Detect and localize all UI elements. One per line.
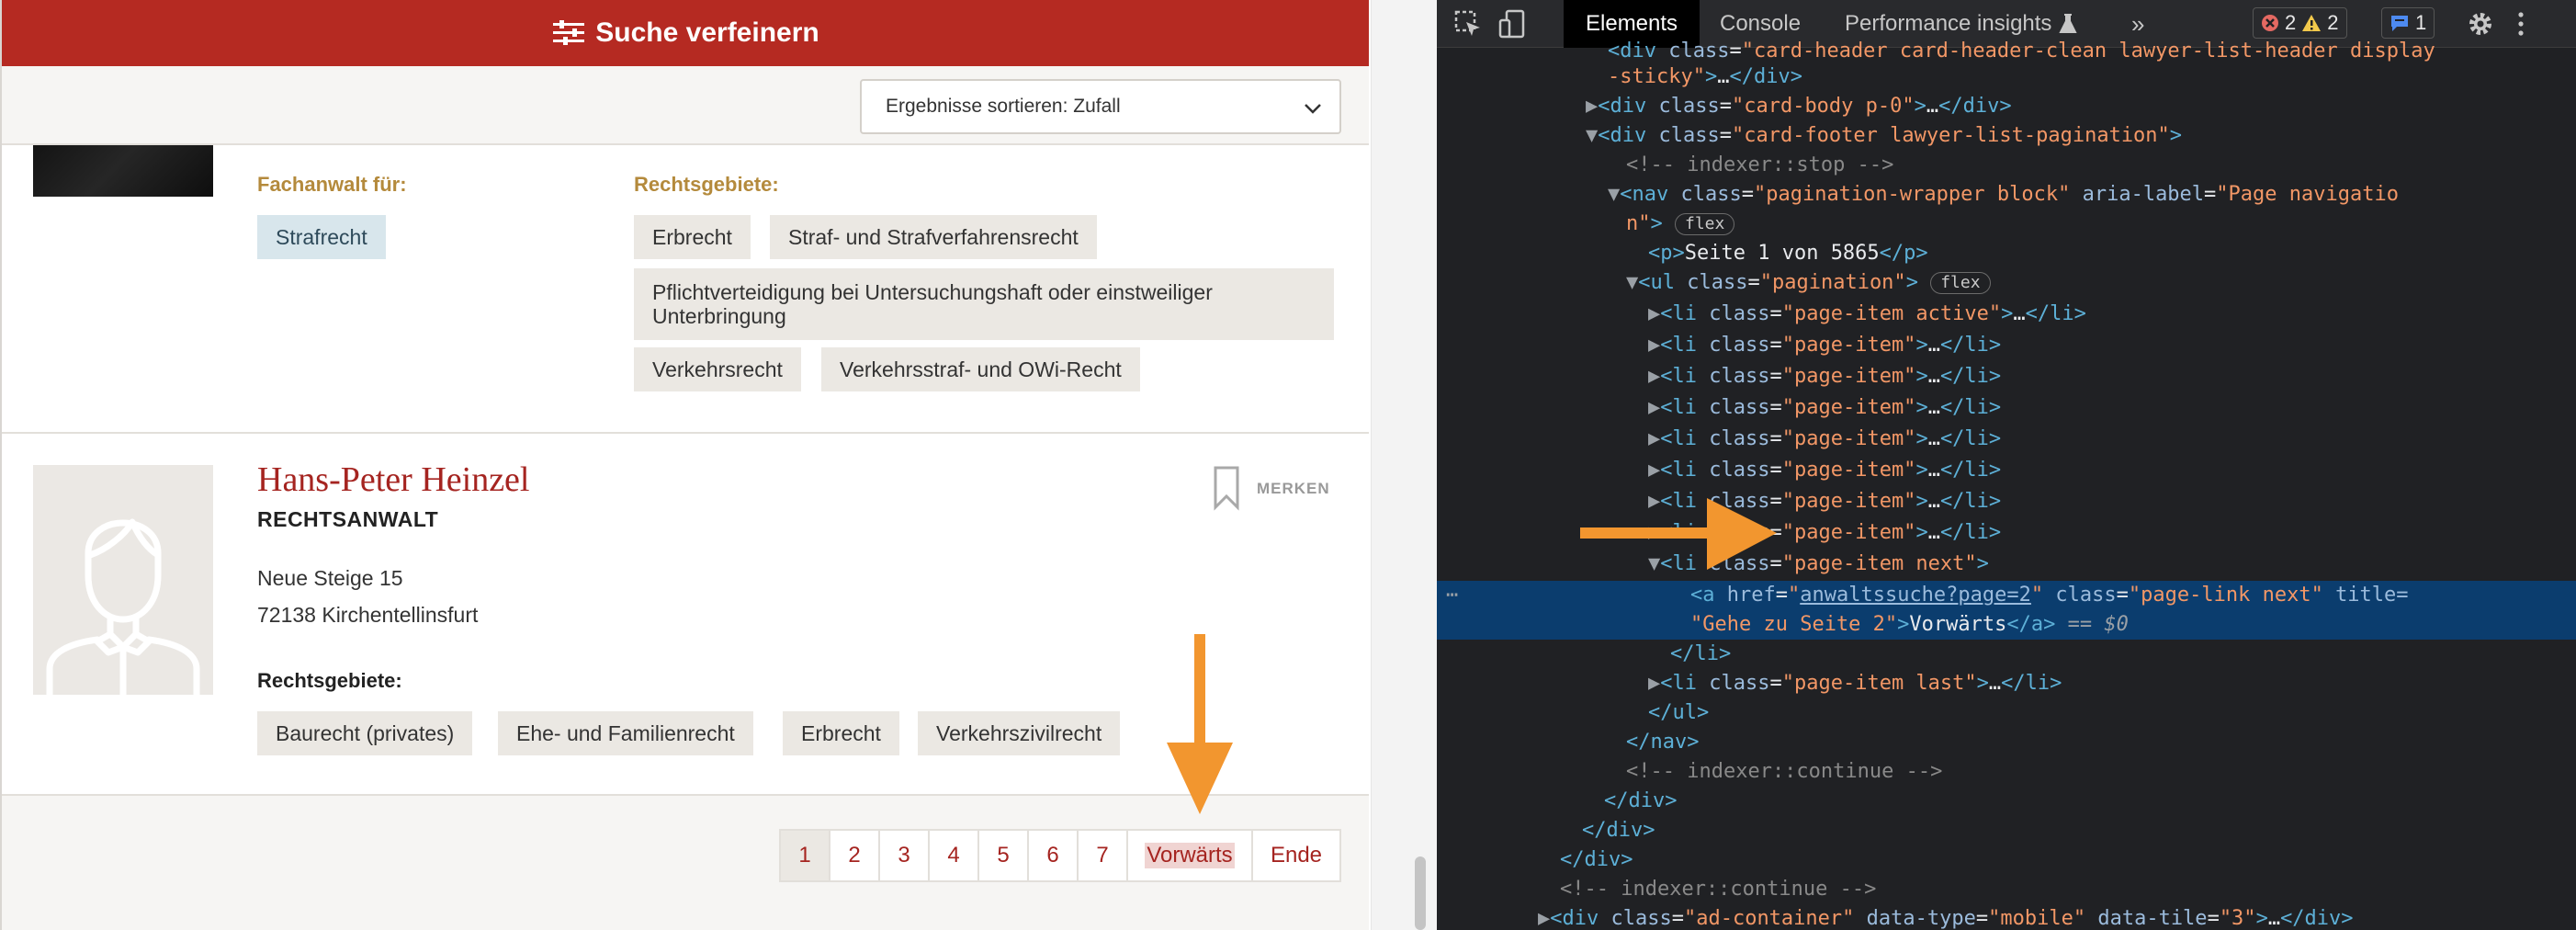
selected-dom-node[interactable]: ⋯ <a href="anwaltssuche?page=2" class="p…: [1437, 581, 2576, 640]
message-count: 1: [2415, 11, 2427, 34]
lawyer-photo[interactable]: [33, 145, 213, 197]
page-link-7[interactable]: 7: [1079, 831, 1128, 880]
panel-gap: [1398, 0, 1437, 930]
rechtsgebiete-label-2: Rechtsgebiete:: [257, 669, 402, 692]
tag-baurecht[interactable]: Baurecht (privates): [257, 711, 473, 755]
warning-icon: [2302, 15, 2322, 31]
bookmark-label: MERKEN: [1257, 480, 1330, 497]
dom-node[interactable]: n"> flex: [1437, 210, 2576, 239]
address-city: 72138 Kirchentellinsfurt: [257, 603, 479, 627]
tag-strafrecht[interactable]: Strafrecht: [257, 215, 386, 259]
dom-node[interactable]: ▼<ul class="pagination"> flex: [1437, 268, 2576, 298]
sort-select[interactable]: Ergebnisse sortieren: Zufall: [860, 79, 1341, 134]
card-divider: [2, 432, 1369, 434]
dom-node[interactable]: ▶<li class="page-item active">…</li>: [1437, 300, 2576, 329]
tag-verkehrsrecht[interactable]: Verkehrsrecht: [634, 347, 801, 391]
message-icon: [2391, 16, 2408, 31]
tag-erbrecht-2[interactable]: Erbrecht: [783, 711, 899, 755]
dom-node[interactable]: <p>Seite 1 von 5865</p>: [1437, 239, 2576, 268]
page-link-next-label: Vorwärts: [1145, 843, 1235, 868]
tag-verkehrsstrafrecht[interactable]: Verkehrsstraf- und OWi-Recht: [821, 347, 1140, 391]
dom-node[interactable]: </div>: [1437, 845, 2576, 875]
dom-tree: <div class="card-header card-header-clea…: [1437, 40, 2576, 930]
page-link-4[interactable]: 4: [930, 831, 979, 880]
error-icon: [2262, 15, 2278, 31]
dom-node[interactable]: ▶<li class="page-item">…</li>: [1437, 331, 2576, 360]
flex-badge[interactable]: flex: [1675, 213, 1735, 235]
lawyer-name-link[interactable]: Hans-Peter Heinzel: [257, 459, 530, 500]
error-count: 2: [2285, 11, 2297, 34]
lawyer-title: RECHTSANWALT: [257, 507, 439, 531]
page-link-3[interactable]: 3: [880, 831, 930, 880]
dom-node[interactable]: </div>: [1437, 816, 2576, 845]
dom-node[interactable]: </ul>: [1437, 698, 2576, 728]
page-link-next[interactable]: Vorwärts: [1128, 831, 1253, 880]
flask-icon: [2059, 14, 2078, 33]
page-link-last[interactable]: Ende: [1253, 831, 1339, 880]
issues-badge[interactable]: 2 2: [2253, 7, 2347, 39]
page-link-1[interactable]: 1: [781, 831, 830, 880]
dom-node[interactable]: </div>: [1437, 787, 2576, 816]
tag-verkehrszivilrecht[interactable]: Verkehrszivilrecht: [918, 711, 1121, 755]
dom-node[interactable]: ▶<li class="page-item">…</li>: [1437, 393, 2576, 423]
device-toolbar-icon[interactable]: [1497, 9, 1527, 39]
dom-comment[interactable]: <!-- indexer::stop -->: [1437, 151, 2576, 180]
page-link-6[interactable]: 6: [1029, 831, 1079, 880]
dom-comment[interactable]: <!-- indexer::continue -->: [1437, 875, 2576, 904]
page-link-2[interactable]: 2: [830, 831, 880, 880]
devtools-panel: Elements Console Performance insights » …: [1437, 0, 2576, 930]
refine-search-button[interactable]: Suche verfeinern: [2, 0, 1369, 66]
sliders-icon: [553, 20, 585, 45]
dom-node[interactable]: ▼<div class="card-footer lawyer-list-pag…: [1437, 121, 2576, 151]
tag-strafverfahrensrecht[interactable]: Straf- und Strafverfahrensrecht: [770, 215, 1097, 259]
dom-node[interactable]: ▶<li class="page-item">…</li>: [1437, 456, 2576, 485]
sort-row: Ergebnisse sortieren: Zufall: [2, 66, 1369, 145]
tab-performance-label: Performance insights: [1845, 11, 2052, 36]
inspect-element-icon[interactable]: [1453, 9, 1483, 39]
dom-comment[interactable]: <!-- indexer::continue -->: [1437, 757, 2576, 787]
tag-pflichtverteidigung[interactable]: Pflichtverteidigung bei Untersuchungshaf…: [634, 268, 1334, 340]
kebab-menu-icon[interactable]: [2514, 9, 2528, 39]
pagination: 1 2 3 4 5 6 7 Vorwärts Ende: [779, 829, 1341, 882]
fachanwalt-label: Fachanwalt für:: [257, 173, 407, 196]
page-scrollbar-thumb[interactable]: [1415, 856, 1426, 930]
gear-icon[interactable]: [2466, 9, 2495, 39]
tag-erbrecht[interactable]: Erbrecht: [634, 215, 751, 259]
messages-badge[interactable]: 1: [2381, 7, 2435, 39]
bookmark-icon: [1214, 466, 1239, 511]
bookmark-button[interactable]: MERKEN: [1213, 465, 1330, 511]
dom-node[interactable]: </nav>: [1437, 728, 2576, 757]
tag-familienrecht[interactable]: Ehe- und Familienrecht: [498, 711, 753, 755]
dom-node[interactable]: ▶<div class="card-body p-0">…</div>: [1437, 92, 2576, 121]
page-link-5[interactable]: 5: [979, 831, 1029, 880]
dom-node[interactable]: ▼<nav class="pagination-wrapper block" a…: [1437, 180, 2576, 210]
dom-node[interactable]: ▶<li class="page-item">…</li>: [1437, 362, 2576, 391]
right-arrow-annotation: [1580, 498, 1777, 570]
flex-badge[interactable]: flex: [1930, 272, 1991, 294]
address-street: Neue Steige 15: [257, 566, 403, 590]
dom-node[interactable]: </li>: [1437, 640, 2576, 669]
dom-node[interactable]: ▶<li class="page-item last">…</li>: [1437, 669, 2576, 698]
person-placeholder-icon: [46, 518, 200, 698]
refine-label: Suche verfeinern: [595, 17, 819, 48]
dom-node[interactable]: ▶<div class="ad-container" data-type="mo…: [1437, 904, 2576, 930]
dom-node[interactable]: ▶<li class="page-item">…</li>: [1437, 425, 2576, 454]
rechtsgebiete-label: Rechtsgebiete:: [634, 173, 779, 196]
avatar[interactable]: [33, 465, 213, 698]
sort-select-value: Ergebnisse sortieren: Zufall: [886, 96, 1121, 117]
down-arrow-annotation: [1167, 634, 1233, 814]
href-link[interactable]: anwaltssuche?page=2: [1800, 584, 2031, 607]
page-scrollbar-track[interactable]: [1371, 0, 1398, 930]
warning-count: 2: [2327, 11, 2339, 34]
chevron-down-icon: [1305, 104, 1321, 114]
dom-node[interactable]: -sticky">…</div>: [1437, 62, 2576, 92]
